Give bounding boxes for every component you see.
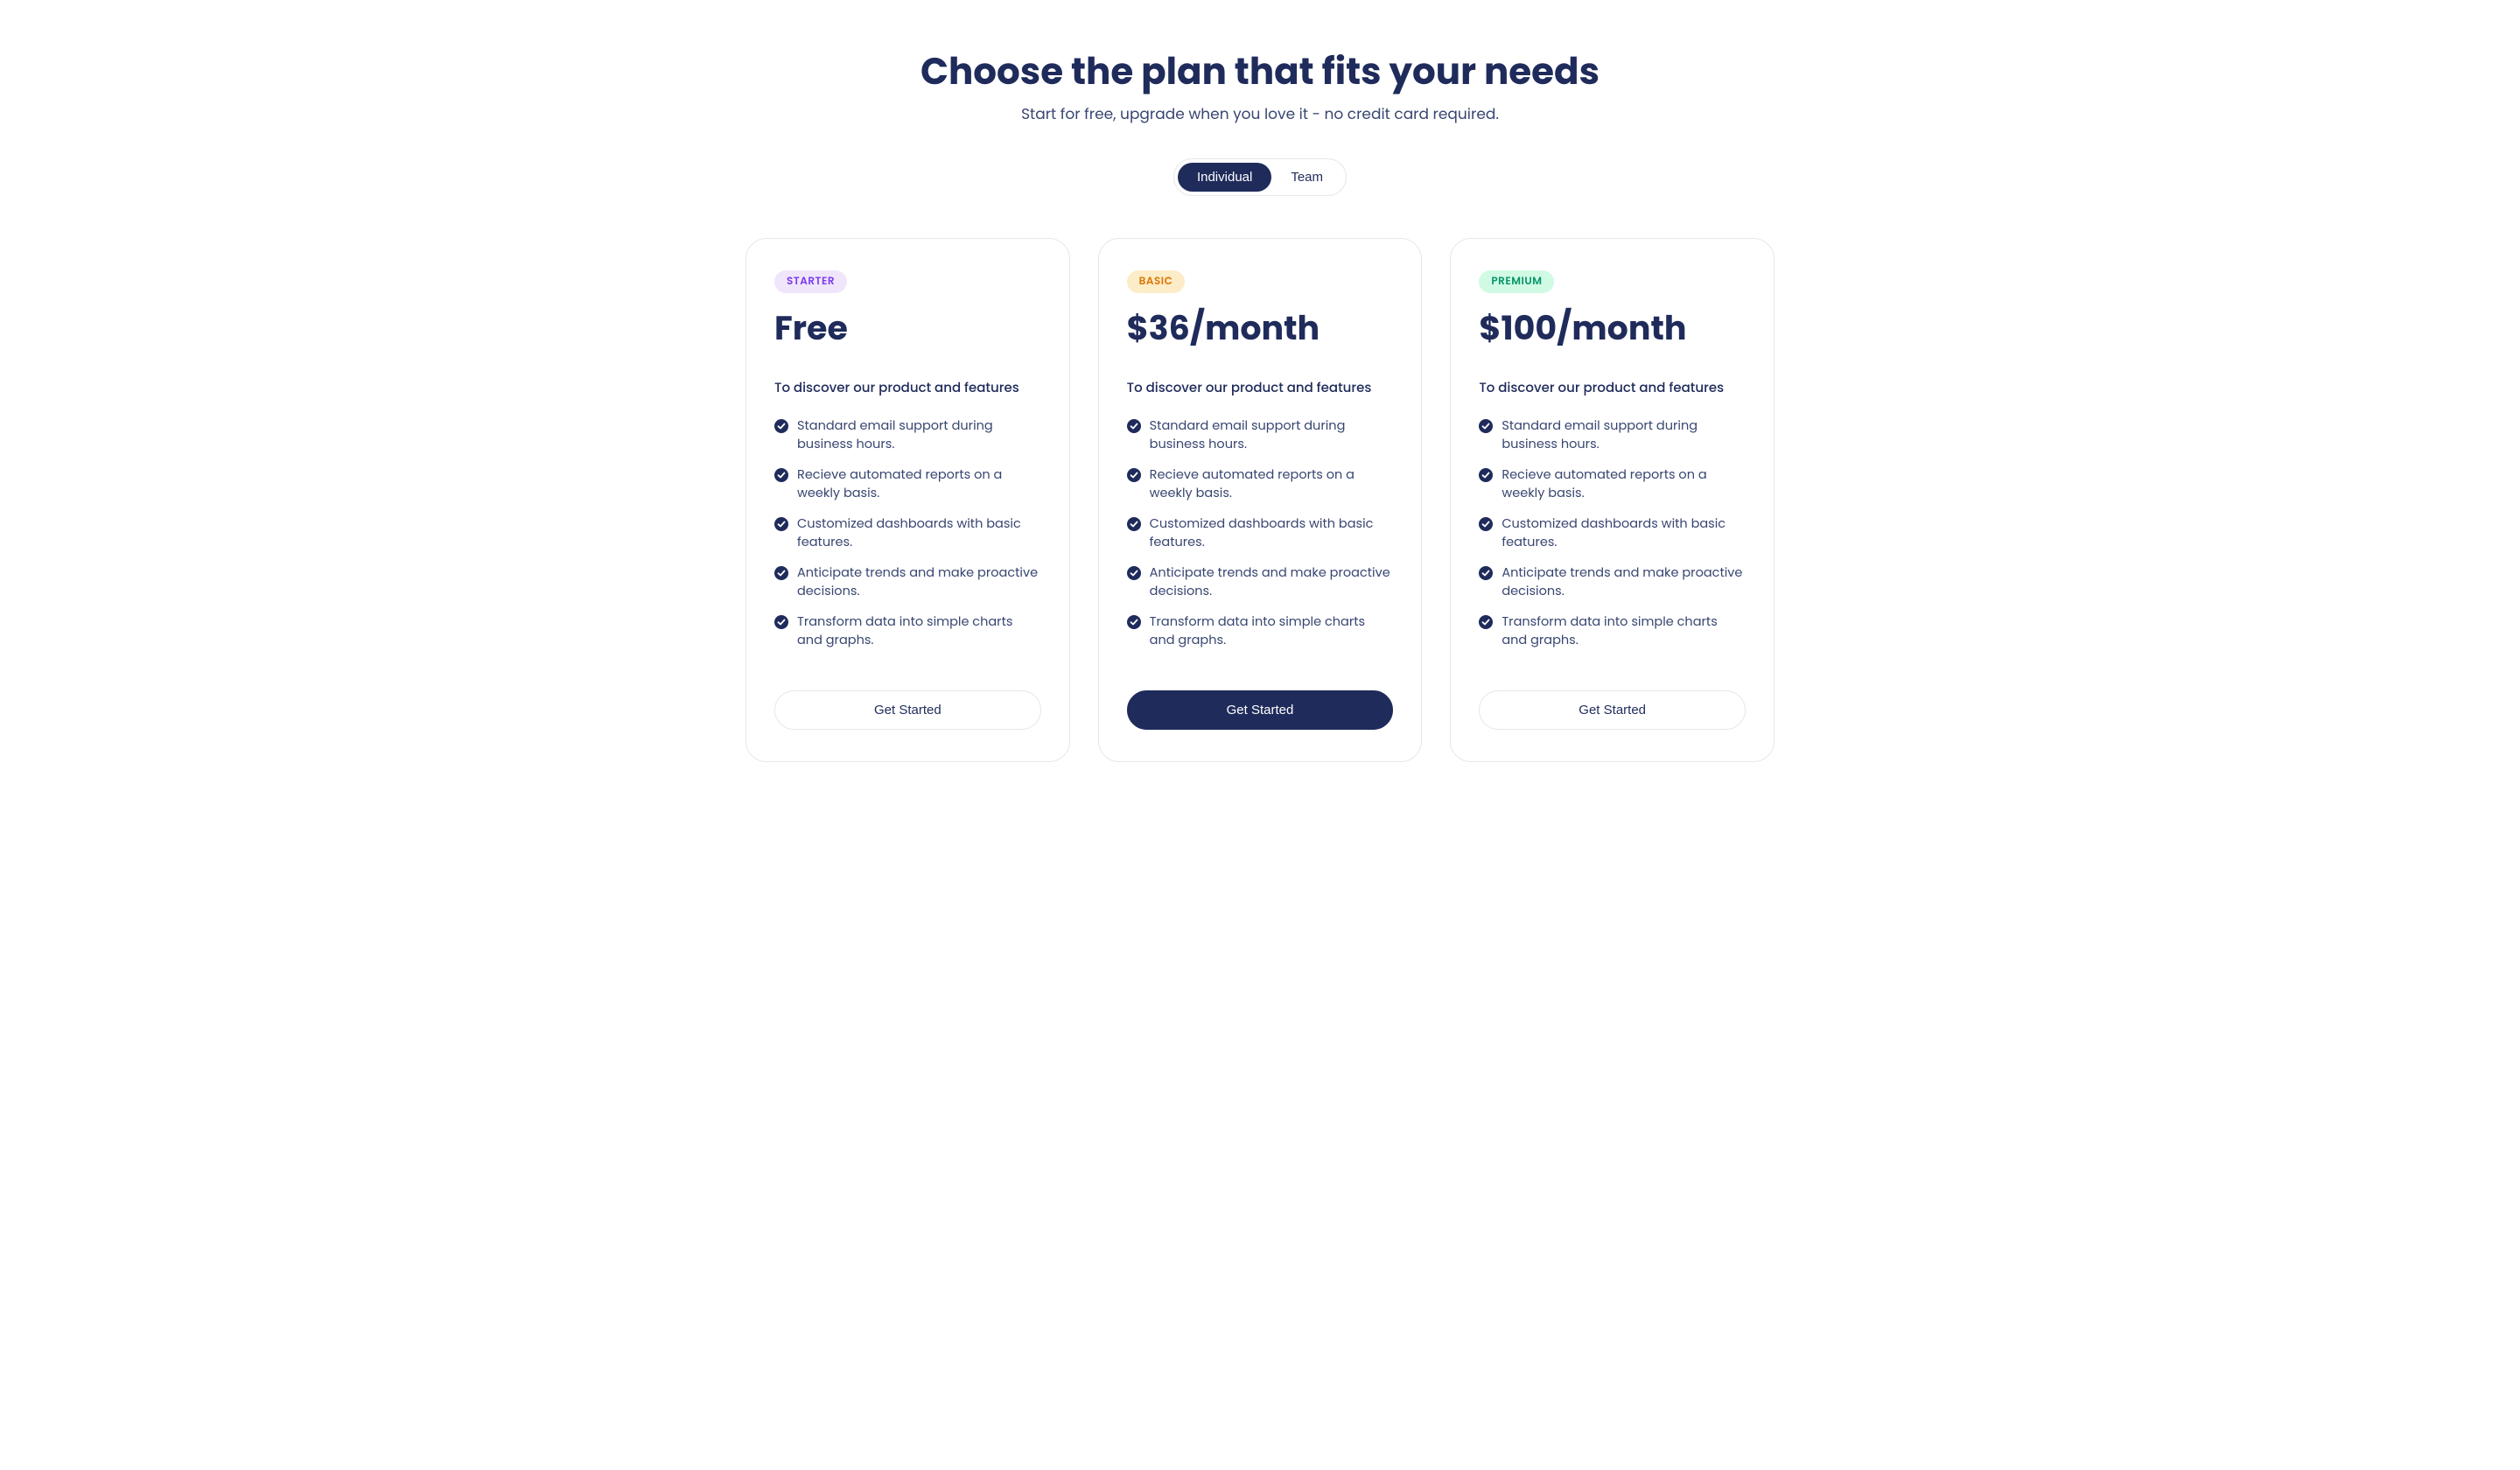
feature-item: Customized dashboards with basic feature… [1479, 515, 1746, 552]
feature-text: Recieve automated reports on a weekly ba… [1150, 466, 1394, 503]
plan-badge: PREMIUM [1479, 270, 1554, 293]
toggle-team-button[interactable]: Team [1271, 163, 1342, 192]
feature-item: Recieve automated reports on a weekly ba… [1127, 466, 1394, 503]
check-icon [1479, 517, 1493, 531]
feature-item: Standard email support during business h… [1479, 417, 1746, 454]
feature-list: Standard email support during business h… [1479, 417, 1746, 662]
feature-text: Anticipate trends and make proactive dec… [1502, 564, 1746, 601]
pricing-cards: STARTER Free To discover our product and f… [746, 238, 1774, 762]
get-started-button[interactable]: Get Started [1479, 690, 1746, 730]
feature-item: Transform data into simple charts and gr… [1479, 613, 1746, 650]
plan-description: To discover our product and features [774, 378, 1041, 398]
check-icon [774, 468, 788, 482]
check-icon [1127, 468, 1141, 482]
plan-badge: BASIC [1127, 270, 1186, 293]
check-icon [1479, 615, 1493, 629]
check-icon [1127, 566, 1141, 580]
plan-description: To discover our product and features [1479, 378, 1746, 398]
toggle-individual-button[interactable]: Individual [1178, 163, 1271, 192]
feature-item: Anticipate trends and make proactive dec… [1479, 564, 1746, 601]
feature-list: Standard email support during business h… [774, 417, 1041, 662]
feature-text: Anticipate trends and make proactive dec… [797, 564, 1041, 601]
check-icon [1127, 517, 1141, 531]
feature-list: Standard email support during business h… [1127, 417, 1394, 662]
plan-price: Free [774, 304, 1041, 354]
feature-item: Anticipate trends and make proactive dec… [1127, 564, 1394, 601]
pricing-card-premium: PREMIUM $100/month To discover our product… [1450, 238, 1774, 762]
feature-text: Recieve automated reports on a weekly ba… [1502, 466, 1746, 503]
plan-price: $100/month [1479, 304, 1746, 354]
feature-item: Transform data into simple charts and gr… [774, 613, 1041, 650]
feature-item: Transform data into simple charts and gr… [1127, 613, 1394, 650]
feature-text: Transform data into simple charts and gr… [797, 613, 1041, 650]
feature-item: Customized dashboards with basic feature… [774, 515, 1041, 552]
feature-text: Customized dashboards with basic feature… [1502, 515, 1746, 552]
check-icon [1127, 419, 1141, 433]
pricing-header: Choose the plan that fits your needs Sta… [746, 44, 1774, 125]
feature-item: Anticipate trends and make proactive dec… [774, 564, 1041, 601]
feature-text: Customized dashboards with basic feature… [797, 515, 1041, 552]
plan-toggle-container: Individual Team [746, 158, 1774, 196]
pricing-card-starter: STARTER Free To discover our product and f… [746, 238, 1070, 762]
page-subtitle: Start for free, upgrade when you love it… [746, 102, 1774, 125]
check-icon [1479, 419, 1493, 433]
check-icon [774, 566, 788, 580]
get-started-button[interactable]: Get Started [1127, 690, 1394, 730]
feature-text: Customized dashboards with basic feature… [1150, 515, 1394, 552]
check-icon [1127, 615, 1141, 629]
feature-text: Transform data into simple charts and gr… [1502, 613, 1746, 650]
feature-text: Standard email support during business h… [797, 417, 1041, 454]
feature-item: Customized dashboards with basic feature… [1127, 515, 1394, 552]
check-icon [1479, 468, 1493, 482]
feature-text: Standard email support during business h… [1502, 417, 1746, 454]
plan-price: $36/month [1127, 304, 1394, 354]
feature-item: Recieve automated reports on a weekly ba… [1479, 466, 1746, 503]
pricing-card-basic: BASIC $36/month To discover our product an… [1098, 238, 1423, 762]
check-icon [774, 517, 788, 531]
page-title: Choose the plan that fits your needs [746, 44, 1774, 99]
check-icon [774, 615, 788, 629]
feature-text: Recieve automated reports on a weekly ba… [797, 466, 1041, 503]
feature-item: Recieve automated reports on a weekly ba… [774, 466, 1041, 503]
feature-text: Transform data into simple charts and gr… [1150, 613, 1394, 650]
feature-text: Anticipate trends and make proactive dec… [1150, 564, 1394, 601]
feature-text: Standard email support during business h… [1150, 417, 1394, 454]
get-started-button[interactable]: Get Started [774, 690, 1041, 730]
plan-description: To discover our product and features [1127, 378, 1394, 398]
plan-badge: STARTER [774, 270, 847, 293]
check-icon [1479, 566, 1493, 580]
feature-item: Standard email support during business h… [774, 417, 1041, 454]
feature-item: Standard email support during business h… [1127, 417, 1394, 454]
plan-toggle: Individual Team [1173, 158, 1347, 196]
check-icon [774, 419, 788, 433]
